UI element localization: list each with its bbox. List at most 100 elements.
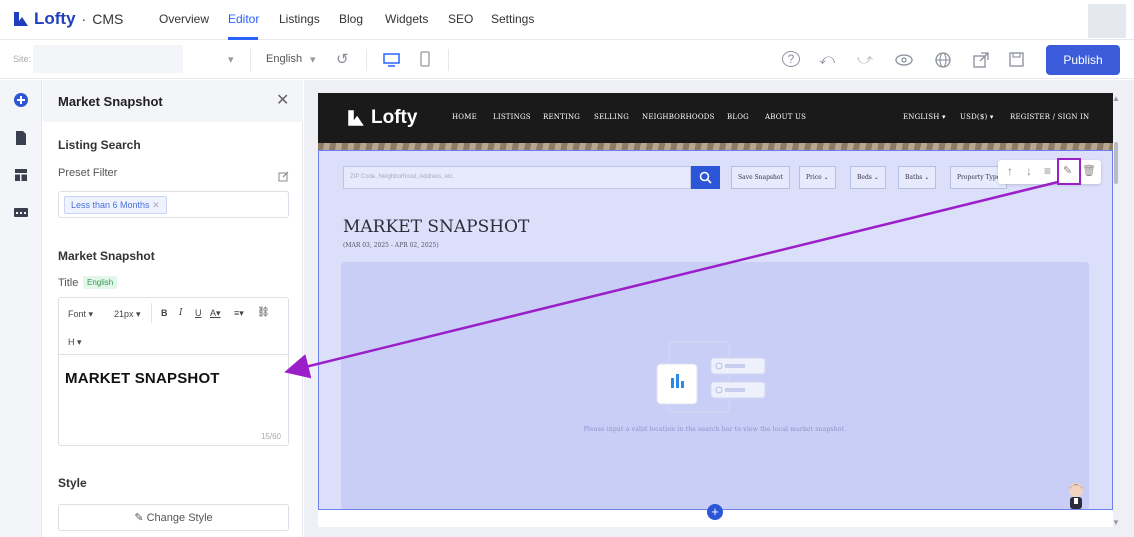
listing-search-heading: Listing Search [58, 138, 141, 152]
avatar[interactable] [1088, 4, 1126, 38]
app-logo[interactable]: Lofty · CMS [12, 8, 123, 30]
tab-widgets[interactable]: Widgets [385, 12, 428, 26]
italic-icon[interactable]: I [179, 308, 183, 318]
save-icon[interactable] [1009, 52, 1024, 67]
mobile-view-icon[interactable] [420, 51, 430, 67]
tab-editor[interactable]: Editor [228, 12, 259, 26]
site-nav-selling[interactable]: SELLING [594, 113, 629, 121]
bold-icon[interactable]: B [161, 308, 168, 318]
preview-eye-icon[interactable] [895, 54, 913, 66]
underline-icon[interactable]: U [195, 308, 202, 318]
language-select[interactable]: English [266, 53, 302, 65]
scroll-up-icon[interactable]: ▲ [1112, 94, 1120, 103]
lofty-logo-icon [14, 12, 28, 26]
change-style-button[interactable]: ✎ Change Style [58, 504, 289, 531]
site-logo-text: Lofty [371, 107, 418, 128]
undo-icon[interactable]: ⤺ [819, 51, 835, 69]
annotation-highlight [1057, 158, 1081, 185]
baths-filter-label: Baths [905, 174, 923, 181]
align-icon[interactable]: ≡▾ [234, 308, 244, 319]
editor-content[interactable]: MARKET SNAPSHOT [65, 370, 220, 387]
character-count: 15/60 [260, 432, 281, 441]
font-select[interactable]: Font ▾ [68, 309, 93, 320]
language-chevron-down-icon[interactable]: ▾ [310, 53, 316, 66]
section-toolbar: ↑ ↓ ≡ ✎ 🗑 [998, 160, 1101, 184]
font-size-select[interactable]: 21px ▾ [114, 309, 141, 320]
divider [448, 49, 449, 71]
publish-button[interactable]: Publish [1046, 45, 1120, 75]
active-tab-indicator [228, 37, 258, 40]
layout-icon[interactable] [13, 167, 29, 183]
properties-panel: Market Snapshot ✕ Listing Search Preset … [43, 80, 303, 537]
move-down-icon[interactable]: ↓ [1026, 164, 1032, 178]
tab-blog[interactable]: Blog [339, 12, 363, 26]
filter-tag[interactable]: Less than 6 Months ✕ [64, 196, 167, 214]
empty-state-illustration [656, 341, 766, 413]
search-placeholder: ZIP Code, Neighborhood, Address, etc. [350, 174, 455, 180]
settings-list-icon[interactable]: ≡ [1044, 164, 1051, 178]
header-image-strip [318, 143, 1113, 150]
site-selector[interactable] [33, 45, 183, 73]
site-chevron-down-icon[interactable]: ▾ [228, 53, 234, 66]
search-icon [699, 171, 712, 184]
preset-filter-input[interactable]: Less than 6 Months ✕ [58, 191, 289, 218]
beds-filter[interactable]: Beds ⌄ [850, 166, 886, 189]
redo-icon[interactable]: ⤻ [857, 51, 873, 69]
add-section-button[interactable]: + [707, 504, 723, 520]
chat-assistant-avatar[interactable] [1064, 481, 1088, 511]
search-button[interactable] [691, 166, 720, 189]
site-nav-about[interactable]: ABOUT US [765, 113, 806, 121]
snapshot-title: MARKET SNAPSHOT [343, 217, 530, 237]
site-nav-currency[interactable]: USD($) ▾ [960, 113, 994, 121]
desktop-view-icon[interactable] [383, 53, 400, 67]
tab-overview[interactable]: Overview [159, 12, 209, 26]
filter-tag-label: Less than 6 Months [71, 200, 150, 210]
divider [250, 49, 251, 71]
tab-seo[interactable]: SEO [448, 12, 473, 26]
site-label: Site: [13, 54, 32, 64]
heading-select[interactable]: H ▾ [68, 337, 82, 348]
divider [366, 49, 367, 71]
add-circle-icon[interactable] [13, 92, 29, 108]
components-icon[interactable] [13, 204, 29, 220]
save-snapshot-button[interactable]: Save Snapshot [731, 166, 790, 189]
language-badge: English [83, 276, 118, 289]
close-icon[interactable]: ✕ [276, 90, 289, 110]
text-color-icon[interactable]: A▾ [210, 308, 221, 319]
font-select-label: Font [68, 309, 87, 319]
market-search-input[interactable]: ZIP Code, Neighborhood, Address, etc. [343, 166, 691, 189]
heading-select-label: H [68, 337, 75, 347]
site-nav-renting[interactable]: RENTING [543, 113, 580, 121]
brand-separator: · [81, 11, 87, 27]
remove-tag-icon[interactable]: ✕ [152, 200, 160, 210]
site-header: Lofty HOME LISTINGS RENTING SELLING NEIG… [318, 93, 1113, 143]
globe-icon[interactable] [935, 52, 951, 68]
site-nav-neighborhoods[interactable]: NEIGHBORHOODS [642, 113, 715, 121]
site-nav-register[interactable]: REGISTER / SIGN IN [1010, 113, 1089, 121]
page-icon[interactable] [13, 130, 29, 146]
site-nav-blog[interactable]: BLOG [727, 113, 749, 121]
help-icon[interactable]: ? [782, 51, 800, 67]
external-link-icon[interactable] [973, 52, 989, 68]
rich-text-editor[interactable]: Font ▾ 21px ▾ B I U A▾ ≡▾ ⛓ H ▾ MARKET S… [58, 297, 289, 446]
brand-name: Lofty [34, 9, 76, 28]
tab-listings[interactable]: Listings [279, 12, 320, 26]
link-icon[interactable]: ⛓ [257, 307, 270, 318]
site-nav-home[interactable]: HOME [452, 113, 477, 121]
site-nav-listings[interactable]: LISTINGS [493, 113, 531, 121]
edit-icon[interactable] [278, 171, 289, 182]
delete-icon[interactable]: 🗑 [1082, 164, 1096, 177]
move-up-icon[interactable]: ↑ [1007, 164, 1013, 178]
site-logo[interactable]: Lofty [346, 107, 417, 129]
baths-filter[interactable]: Baths ⌄ [898, 166, 937, 189]
panel-header: Market Snapshot ✕ [43, 80, 303, 122]
snapshot-placeholder [341, 262, 1089, 510]
site-nav-language[interactable]: ENGLISH ▾ [903, 113, 946, 121]
scrollbar[interactable] [1114, 142, 1118, 184]
price-filter[interactable]: Price ⌄ [799, 166, 836, 189]
tab-settings[interactable]: Settings [491, 12, 534, 26]
history-icon[interactable]: ↺ [336, 51, 349, 69]
scroll-down-icon[interactable]: ▼ [1112, 518, 1120, 527]
site-language-label: ENGLISH [903, 113, 940, 121]
divider [151, 303, 152, 323]
